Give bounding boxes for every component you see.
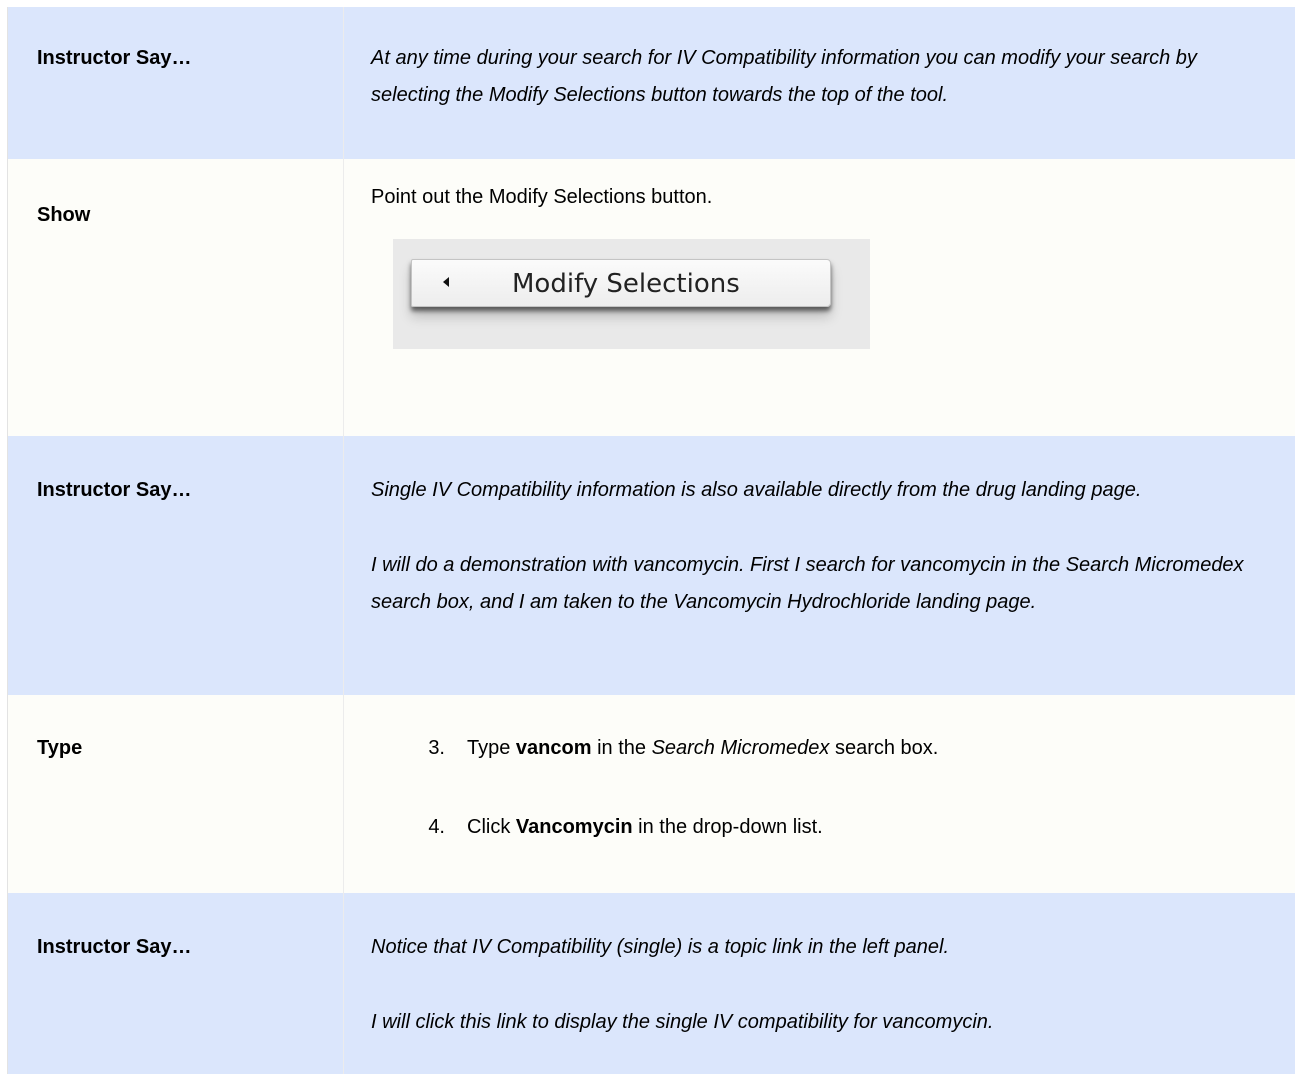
column-divider — [343, 7, 344, 159]
table-row: Instructor Say… Notice that IV Compatibi… — [8, 893, 1295, 1074]
row-content: Point out the Modify Selections button. — [371, 179, 1265, 216]
step-number: 4. — [428, 816, 445, 838]
table-row: Instructor Say… Single IV Compatibility … — [8, 436, 1295, 695]
instructor-text: I will click this link to display the si… — [371, 1011, 994, 1033]
instructor-text: At any time during your search for IV Co… — [371, 47, 1197, 106]
instructor-text: Notice that IV Compatibility (single) is… — [371, 936, 950, 958]
row-content: Notice that IV Compatibility (single) is… — [371, 929, 1265, 1041]
modify-selections-button[interactable]: Modify Selections — [411, 259, 831, 307]
column-divider — [343, 893, 344, 1074]
row-label: Instructor Say… — [37, 47, 192, 69]
column-divider — [343, 695, 344, 893]
show-text: Point out the Modify Selections button. — [371, 186, 713, 208]
step-text: Click Vancomycin in the drop-down list. — [467, 816, 823, 838]
table-row: Type 3. Type vancom in the Search Microm… — [8, 695, 1295, 893]
instructor-text: I will do a demonstration with vancomyci… — [371, 554, 1244, 613]
column-divider — [343, 436, 344, 695]
row-label: Instructor Say… — [37, 936, 192, 958]
instruction-table: Instructor Say… At any time during your … — [7, 7, 1295, 1074]
row-content: At any time during your search for IV Co… — [371, 40, 1265, 114]
table-row: Instructor Say… At any time during your … — [8, 7, 1295, 159]
row-label: Instructor Say… — [37, 479, 192, 501]
row-content: Single IV Compatibility information is a… — [371, 472, 1265, 621]
modify-selections-screenshot: Modify Selections — [393, 239, 870, 349]
arrow-left-icon — [443, 277, 449, 287]
row-label: Type — [37, 737, 83, 759]
instructor-text: Single IV Compatibility information is a… — [371, 479, 1142, 501]
step-text: Type vancom in the Search Micromedex sea… — [467, 737, 939, 759]
step-number: 3. — [428, 737, 445, 759]
row-label: Show — [37, 204, 91, 226]
button-label: Modify Selections — [512, 269, 740, 299]
column-divider — [343, 159, 344, 436]
